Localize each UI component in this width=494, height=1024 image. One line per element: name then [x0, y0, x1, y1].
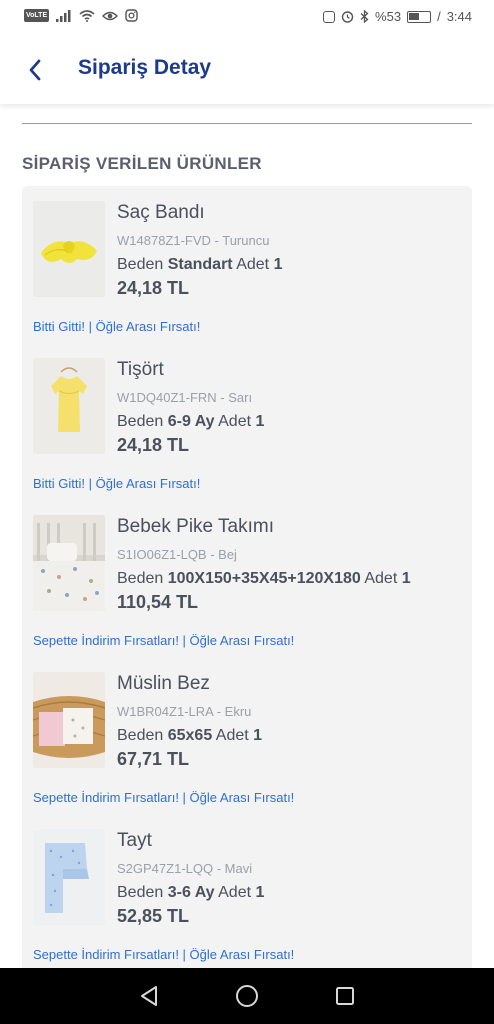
- clock: 3:44: [446, 9, 472, 24]
- product-item[interactable]: Tayt S2GP47Z1-LQQ - Mavi Beden 3-6 Ay Ad…: [22, 814, 472, 968]
- ordered-products-card: Saç Bandı W14878Z1-FVD - Turuncu Beden S…: [22, 186, 472, 968]
- product-name: Tayt: [117, 830, 152, 851]
- nfc-icon: [323, 10, 336, 23]
- product-code: W1BR04Z1-LRA - Ekru: [117, 704, 252, 719]
- campaign-link[interactable]: Sepette İndirim Fırsatları! | Öğle Arası…: [33, 790, 294, 805]
- alarm-icon: [341, 11, 354, 23]
- nav-home-button[interactable]: [227, 976, 267, 1016]
- product-spec: Beden 65x65 Adet 1: [117, 727, 262, 745]
- chevron-left-icon: [29, 59, 41, 81]
- qty-value: 1: [253, 727, 263, 744]
- volte-icon: VoLTE: [24, 9, 50, 22]
- size-value: 3-6 Ay: [167, 884, 215, 901]
- circle-home-icon: [236, 985, 258, 1007]
- size-label: Beden: [117, 570, 164, 587]
- qty-label: Adet: [236, 256, 270, 273]
- qty-label: Adet: [218, 413, 252, 430]
- product-item[interactable]: Müslin Bez W1BR04Z1-LRA - Ekru Beden 65x…: [22, 657, 472, 814]
- campaign-link[interactable]: Bitti Gitti! | Öğle Arası Fırsatı!: [33, 319, 200, 334]
- product-spec: Beden 3-6 Ay Adet 1: [117, 884, 264, 902]
- product-price: 24,18 TL: [117, 435, 190, 455]
- size-label: Beden: [117, 884, 164, 901]
- signal-icon: [56, 9, 71, 22]
- product-code: W1DQ40Z1-FRN - Sarı: [117, 390, 253, 405]
- triangle-back-icon: [141, 986, 157, 1006]
- product-spec: Beden 100X150+35X45+120X180 Adet 1: [117, 570, 411, 588]
- battery-icon: [407, 10, 432, 23]
- product-name: Bebek Pike Takımı: [117, 516, 275, 537]
- app-header: Sipariş Detay: [0, 36, 494, 104]
- product-price: 110,54 TL: [117, 592, 199, 612]
- square-recents-icon: [336, 987, 354, 1005]
- size-label: Beden: [117, 413, 164, 430]
- product-code: S2GP47Z1-LQQ - Mavi: [117, 861, 253, 876]
- product-name: Müslin Bez: [117, 673, 210, 694]
- size-label: Beden: [117, 727, 164, 744]
- product-image-tshirt[interactable]: [33, 358, 105, 454]
- nav-back-button[interactable]: [129, 976, 169, 1016]
- product-item[interactable]: Saç Bandı W14878Z1-FVD - Turuncu Beden S…: [22, 186, 472, 343]
- wifi-icon: [79, 9, 95, 22]
- qty-value: 1: [255, 413, 265, 430]
- status-left-icons: VoLTE: [24, 9, 138, 22]
- status-right-icons: %53 / 3:44: [323, 9, 472, 24]
- battery-percent: %53: [375, 9, 402, 24]
- order-detail-content[interactable]: SİPARİŞ VERİLEN ÜRÜNLER Saç Bandı W14878…: [0, 104, 494, 968]
- qty-value: 1: [401, 570, 411, 587]
- bluetooth-icon: [360, 10, 369, 23]
- size-value: 65x65: [167, 727, 213, 744]
- size-value: Standart: [167, 256, 233, 273]
- product-code: W14878Z1-FVD - Turuncu: [117, 233, 270, 248]
- back-button[interactable]: [20, 54, 50, 86]
- campaign-link[interactable]: Sepette İndirim Fırsatları! | Öğle Arası…: [33, 947, 294, 962]
- product-name: Tişört: [117, 359, 164, 380]
- qty-value: 1: [255, 884, 265, 901]
- product-image-bedding[interactable]: [33, 515, 105, 611]
- size-value: 6-9 Ay: [167, 413, 215, 430]
- qty-label: Adet: [215, 727, 249, 744]
- product-price: 67,71 TL: [117, 749, 190, 769]
- product-code: S1IO06Z1-LQB - Bej: [117, 547, 237, 562]
- eye-icon: [102, 11, 119, 20]
- system-nav-bar: [0, 968, 494, 1024]
- product-image-headband[interactable]: [33, 201, 105, 297]
- product-spec: Beden Standart Adet 1: [117, 256, 282, 274]
- product-price: 52,85 TL: [117, 906, 190, 926]
- product-spec: Beden 6-9 Ay Adet 1: [117, 413, 264, 431]
- product-item[interactable]: Bebek Pike Takımı S1IO06Z1-LQB - Bej Bed…: [22, 500, 472, 657]
- status-bar: VoLTE %53 / 3:44: [0, 0, 494, 36]
- instagram-icon: [125, 9, 138, 22]
- product-price: 24,18 TL: [117, 278, 190, 298]
- qty-label: Adet: [364, 570, 398, 587]
- campaign-link[interactable]: Sepette İndirim Fırsatları! | Öğle Arası…: [33, 633, 294, 648]
- size-value: 100X150+35X45+120X180: [167, 570, 361, 587]
- product-item[interactable]: Tişört W1DQ40Z1-FRN - Sarı Beden 6-9 Ay …: [22, 343, 472, 500]
- product-image-muslin[interactable]: [33, 672, 105, 768]
- divider: [22, 123, 472, 124]
- product-image-leggings[interactable]: [33, 829, 105, 925]
- qty-label: Adet: [218, 884, 252, 901]
- nav-recents-button[interactable]: [325, 976, 365, 1016]
- section-title: SİPARİŞ VERİLEN ÜRÜNLER: [22, 154, 262, 173]
- page-title: Sipariş Detay: [78, 56, 212, 79]
- size-label: Beden: [117, 256, 164, 273]
- qty-value: 1: [273, 256, 283, 273]
- clock-separator: /: [437, 9, 441, 24]
- campaign-link[interactable]: Bitti Gitti! | Öğle Arası Fırsatı!: [33, 476, 200, 491]
- product-name: Saç Bandı: [117, 202, 205, 223]
